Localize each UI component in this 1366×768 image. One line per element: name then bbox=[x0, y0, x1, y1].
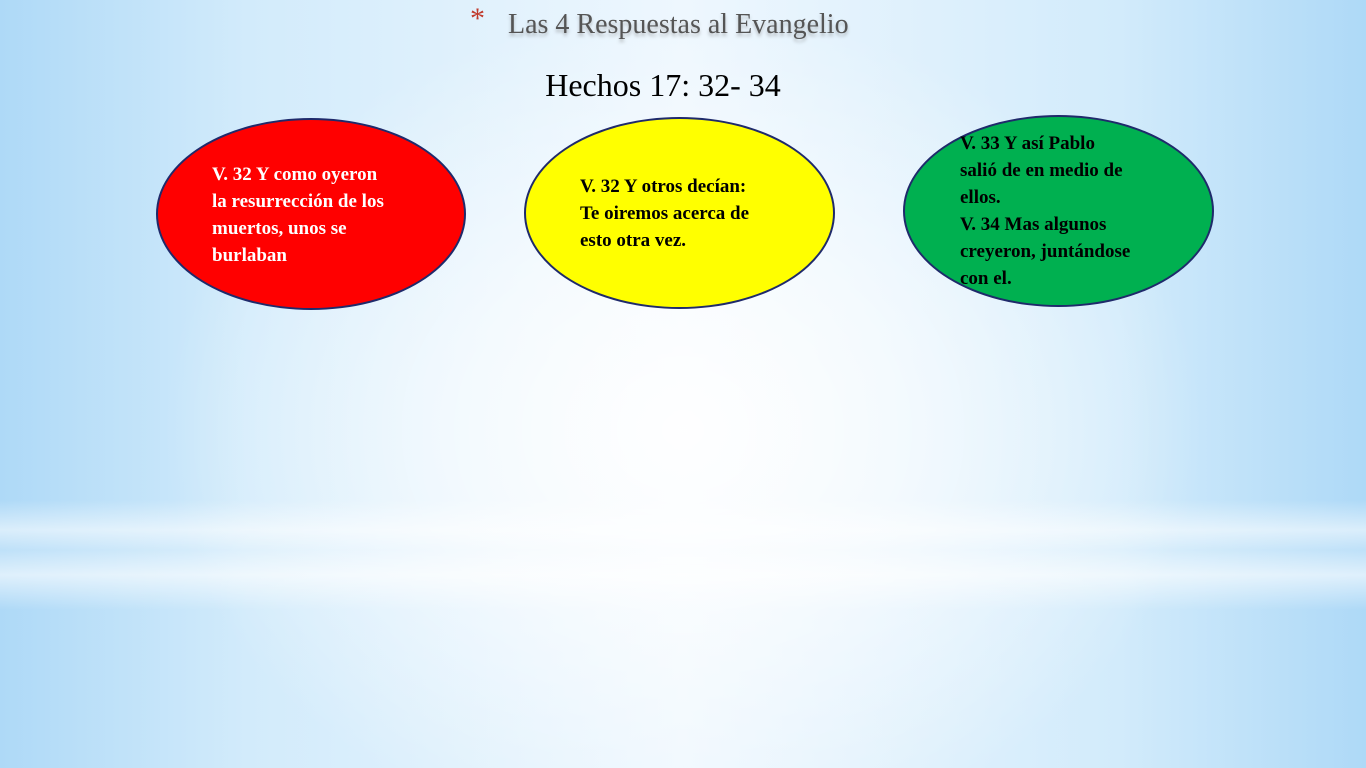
response-text-green: V. 33 Y así Pablo salió de en medio de e… bbox=[960, 133, 1131, 289]
slide-title-row: * Las 4 Respuestas al Evangelio bbox=[470, 4, 910, 46]
slide-subtitle: Hechos 17: 32- 34 bbox=[545, 67, 781, 103]
bullet-asterisk-icon: * bbox=[470, 2, 485, 35]
response-text-yellow: V. 32 Y otros decían: Te oiremos acerca … bbox=[580, 176, 750, 251]
response-text-red: V. 32 Y como oyeron la resurrección de l… bbox=[212, 164, 384, 266]
slide-background bbox=[0, 0, 1366, 768]
slide-title: Las 4 Respuestas al Evangelio bbox=[508, 9, 849, 40]
